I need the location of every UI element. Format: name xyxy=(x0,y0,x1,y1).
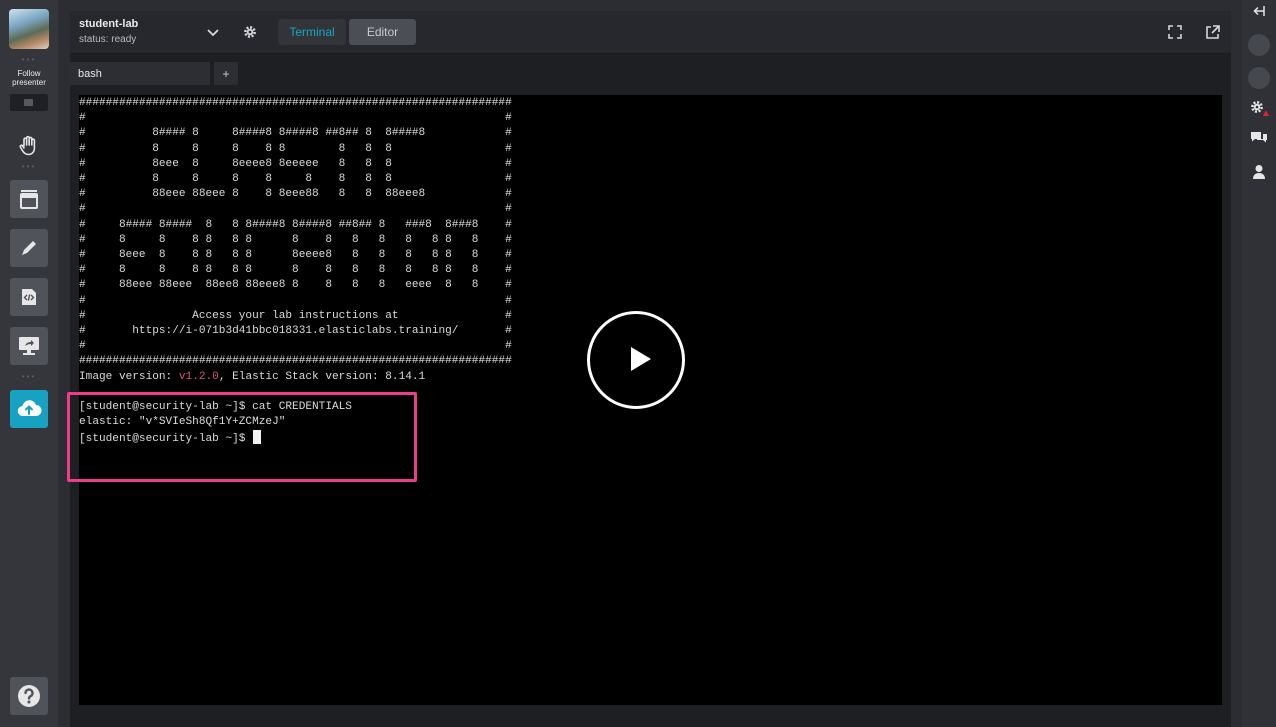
banner-line: # # xyxy=(79,340,512,353)
pencil-icon xyxy=(22,241,36,255)
fullscreen-button[interactable] xyxy=(1166,23,1184,41)
credentials-highlight-box xyxy=(67,392,417,482)
user-avatar-icon xyxy=(1248,67,1270,89)
shell-tab-bash[interactable]: bash xyxy=(70,62,210,85)
banner-line: # 8 8 8 8 8 8 8 8 8 8 8 8 8 8 # xyxy=(79,264,512,277)
gear-icon xyxy=(244,26,256,38)
lab-header: student-lab status: ready Terminal Edito… xyxy=(70,11,1231,54)
divider-dots: ••• xyxy=(21,55,37,64)
code-button[interactable] xyxy=(10,278,48,316)
raise-hand-button[interactable] xyxy=(10,127,48,165)
chevron-down-icon xyxy=(207,29,219,37)
participant-avatar-icon xyxy=(1248,34,1270,56)
video-play-button[interactable] xyxy=(587,311,685,409)
profile-button[interactable] xyxy=(1242,162,1276,182)
participant-avatar[interactable] xyxy=(1242,33,1276,57)
follow-presenter-label: Follow presenter xyxy=(12,69,46,87)
screen-share-button[interactable] xyxy=(10,327,48,365)
banner-line: # https://i-071b3d41bbc018331.elasticlab… xyxy=(79,325,512,338)
lab-cloud-button[interactable] xyxy=(10,390,48,428)
divider-dots: ••• xyxy=(21,162,37,171)
banner-line: ########################################… xyxy=(79,355,512,368)
open-external-button[interactable] xyxy=(1202,22,1222,42)
banner-line: # 8 8 8 8 8 8 8 8 # xyxy=(79,142,512,155)
annotate-button[interactable] xyxy=(10,229,48,267)
banner-line: ########################################… xyxy=(79,97,512,109)
banner-line: # 8 8 8 8 8 8 8 8 8 8 8 8 8 8 # xyxy=(79,233,512,246)
new-shell-tab-button[interactable]: + xyxy=(214,62,238,85)
help-icon xyxy=(18,685,40,707)
version-line: Image version: v1.2.0, Elastic Stack ver… xyxy=(79,370,426,383)
session-status: status: ready xyxy=(79,34,137,45)
window-icon xyxy=(20,190,38,209)
banner-line: # # xyxy=(79,203,512,216)
divider-dots: ••• xyxy=(21,372,37,381)
banner-line: # 88eee 88eee 8 8 8eee88 8 8 88eee8 # xyxy=(79,188,512,201)
collapse-arrow-icon xyxy=(1253,6,1265,16)
presenter-avatar[interactable] xyxy=(9,9,49,49)
tab-terminal[interactable]: Terminal xyxy=(278,19,346,45)
follow-presenter-toggle[interactable] xyxy=(10,94,48,111)
banner-line: # 8 8 8 8 8 8 8 8 # xyxy=(79,173,512,186)
session-settings-button[interactable] xyxy=(240,22,260,42)
hand-icon xyxy=(19,135,36,156)
external-link-icon xyxy=(1205,24,1220,39)
right-rail xyxy=(1242,0,1276,727)
banner-line: # 8eee 8 8 8 8 8 8eeee8 8 8 8 8 8 8 # xyxy=(79,249,512,262)
banner-line: # 8#### 8#### 8 8 8####8 8####8 ##8## 8 … xyxy=(79,218,512,231)
cloud-upload-icon xyxy=(17,400,42,417)
banner-line: # 8#### 8 8####8 8####8 ##8## 8 8####8 # xyxy=(79,127,512,140)
person-icon xyxy=(1253,165,1265,179)
left-rail: Follow presenter ••• ••• ••• xyxy=(0,0,58,727)
banner-line: # Access your lab instructions at # xyxy=(79,309,512,322)
banner-line: # 88eee 88eee 88ee8 88eee8 8 8 8 8 eeee … xyxy=(79,279,512,292)
chat-button[interactable] xyxy=(1242,128,1276,148)
settings-button[interactable] xyxy=(1242,98,1276,118)
welcome-banner: ########################################… xyxy=(79,97,512,367)
chat-icon xyxy=(1251,132,1267,143)
banner-line: # # xyxy=(79,112,512,125)
banner-line: # 8eee 8 8eeee8 8eeeee 8 8 8 # xyxy=(79,157,512,170)
user-avatar[interactable] xyxy=(1242,66,1276,90)
banner-line: # # xyxy=(79,294,512,307)
image-version: v1.2.0 xyxy=(178,370,219,383)
help-button[interactable] xyxy=(10,677,48,715)
window-button[interactable] xyxy=(10,180,48,218)
fullscreen-icon xyxy=(1168,25,1182,39)
screen-share-icon xyxy=(19,337,39,355)
tab-editor[interactable]: Editor xyxy=(349,19,416,45)
code-icon xyxy=(22,289,36,305)
session-name: student-lab xyxy=(79,18,139,30)
settings-icon xyxy=(1251,101,1269,116)
collapse-button[interactable] xyxy=(1242,4,1276,18)
session-dropdown[interactable] xyxy=(204,23,222,41)
